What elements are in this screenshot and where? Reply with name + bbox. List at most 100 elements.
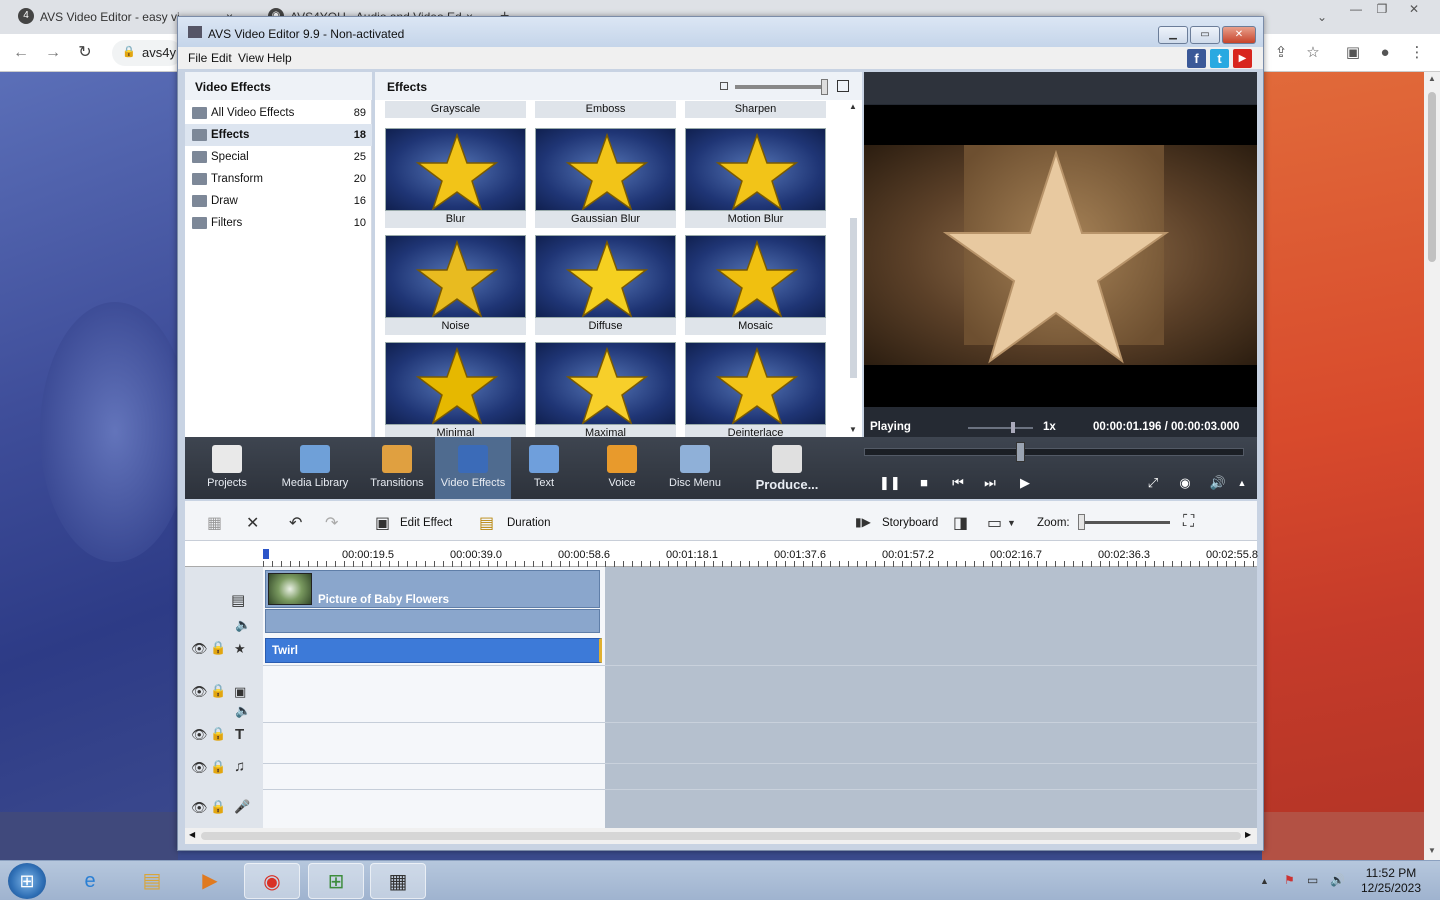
zoom-slider-handle[interactable] xyxy=(1078,514,1085,530)
effects-scrollbar[interactable]: ▲ ▼ xyxy=(845,100,862,437)
text-track-eye-icon[interactable]: 👁 xyxy=(191,727,208,743)
windows-flag-icon[interactable]: ⊞ xyxy=(308,863,364,899)
forward-button[interactable]: → xyxy=(42,42,64,64)
profile-avatar-icon[interactable]: ● xyxy=(1374,42,1396,64)
toolbar-voice-button[interactable]: Voice xyxy=(585,437,659,499)
duration-button[interactable]: Duration xyxy=(507,517,550,529)
back-button[interactable]: ← xyxy=(10,42,32,64)
effect-thumbnail-diffuse[interactable] xyxy=(535,235,676,318)
overlay-track-lock-icon[interactable]: 🔒 xyxy=(210,683,226,699)
avs-editor-taskbar-icon[interactable]: ▦ xyxy=(370,863,426,899)
playhead-marker[interactable] xyxy=(263,549,269,559)
start-button[interactable]: ⊞ xyxy=(8,863,46,899)
twitter-icon[interactable]: t xyxy=(1210,49,1229,68)
timeline-view-icon[interactable]: ▭ xyxy=(987,513,1002,533)
toolbar-disc-menu-button[interactable]: Disc Menu xyxy=(653,437,737,499)
timeline-scroll-thumb[interactable] xyxy=(201,832,1241,840)
toolbar-video-effects-button[interactable]: Video Effects xyxy=(435,437,511,499)
audio-mixer-icon[interactable]: ◨ xyxy=(953,513,968,533)
preview-video[interactable] xyxy=(864,105,1257,407)
reload-button[interactable]: ↻ xyxy=(74,42,96,64)
overlay-track-mute-icon[interactable]: 🔈 xyxy=(235,703,251,719)
toolbar-media-library-button[interactable]: Media Library xyxy=(271,437,359,499)
address-bar[interactable]: 🔒 avs4y xyxy=(112,40,182,66)
snapshot-icon[interactable]: ◉ xyxy=(1176,475,1194,491)
volume-icon[interactable]: 🔊 xyxy=(1209,475,1227,491)
video-track-mute-icon[interactable]: 🔈 xyxy=(235,617,251,633)
thumbnail-size-handle[interactable] xyxy=(821,79,828,95)
show-hidden-icons[interactable]: ▲ xyxy=(1260,876,1269,886)
undo-icon[interactable]: ↶ xyxy=(289,513,302,533)
more-options-icon[interactable]: ▲ xyxy=(1233,478,1251,488)
file-explorer-icon[interactable]: ▤ xyxy=(124,863,180,899)
edit-effect-icon[interactable]: ▣ xyxy=(375,513,390,533)
effect-thumbnail-maximal[interactable] xyxy=(535,342,676,425)
redo-icon[interactable]: ↷ xyxy=(325,513,338,533)
speed-slider[interactable] xyxy=(968,427,1033,429)
music-track-lock-icon[interactable]: 🔒 xyxy=(210,759,226,775)
effects-scroll-thumb[interactable] xyxy=(850,218,857,378)
browser-restore-button[interactable]: ❐ xyxy=(1368,0,1396,20)
menu-help[interactable]: Help xyxy=(267,51,292,65)
small-thumbnails-icon[interactable] xyxy=(720,82,728,90)
category-filters[interactable]: Filters 10 xyxy=(185,212,372,234)
category-effects[interactable]: Effects 18 xyxy=(185,124,372,146)
media-player-icon[interactable]: ▶ xyxy=(182,863,238,899)
large-thumbnails-icon[interactable] xyxy=(837,80,849,92)
effect-thumbnail-blur[interactable] xyxy=(385,128,526,211)
chevron-down-icon[interactable]: ▼ xyxy=(1007,518,1016,528)
timeline-horizontal-scrollbar[interactable]: ◀ ▶ xyxy=(185,828,1257,844)
effect-track-lock-icon[interactable]: 🔒 xyxy=(210,640,226,656)
toolbar-text-button[interactable]: Text xyxy=(511,437,577,499)
share-icon[interactable]: ⇪ xyxy=(1270,42,1292,64)
fullscreen-icon[interactable]: ⤢ xyxy=(1144,475,1162,491)
duration-icon[interactable]: ▤ xyxy=(479,513,494,533)
storyboard-button[interactable]: Storyboard xyxy=(882,517,938,529)
text-track-lock-icon[interactable]: 🔒 xyxy=(210,726,226,742)
video-clip-audio[interactable] xyxy=(265,609,600,633)
stop-button[interactable]: ■ xyxy=(915,475,933,490)
category-all-video-effects[interactable]: All Video Effects 89 xyxy=(185,102,372,124)
browser-close-button[interactable]: ✕ xyxy=(1400,0,1428,20)
internet-explorer-icon[interactable]: e xyxy=(62,863,118,899)
menu-edit[interactable]: Edit xyxy=(211,51,232,65)
pause-button[interactable]: ❚❚ xyxy=(879,475,901,491)
zoom-slider[interactable] xyxy=(1080,521,1170,524)
play-to-position-button[interactable]: ▶ xyxy=(1016,475,1034,491)
effect-thumbnail-gaussian-blur[interactable] xyxy=(535,128,676,211)
thumbnail-size-slider[interactable] xyxy=(735,85,827,89)
effect-sharpen-label[interactable]: Sharpen xyxy=(685,101,826,118)
effect-thumbnail-motion-blur[interactable] xyxy=(685,128,826,211)
youtube-icon[interactable]: ▶ xyxy=(1233,49,1252,68)
tab-search-icon[interactable]: ⌄ xyxy=(1308,8,1336,28)
page-scrollbar[interactable]: ▲ ▼ xyxy=(1424,72,1440,860)
toolbar-projects-button[interactable]: Projects xyxy=(185,437,269,499)
toolbar-produce-button[interactable]: Produce... xyxy=(737,437,837,499)
overlay-track-eye-icon[interactable]: 👁 xyxy=(191,684,208,700)
menu-file[interactable]: File xyxy=(188,51,207,65)
minimize-button[interactable]: ▁ xyxy=(1158,26,1188,44)
facebook-icon[interactable]: f xyxy=(1187,49,1206,68)
edit-effect-button[interactable]: Edit Effect xyxy=(400,517,452,529)
timeline-empty-area[interactable] xyxy=(605,567,1257,828)
category-special[interactable]: Special 25 xyxy=(185,146,372,168)
storyboard-icon[interactable]: ▮▶ xyxy=(855,515,871,529)
maximize-button[interactable]: ▭ xyxy=(1190,26,1220,44)
effect-grayscale-label[interactable]: Grayscale xyxy=(385,101,526,118)
effect-clip[interactable]: Twirl xyxy=(265,638,602,663)
effect-thumbnail-deinterlace[interactable] xyxy=(685,342,826,425)
browser-menu-icon[interactable]: ⋮ xyxy=(1406,42,1428,64)
category-draw[interactable]: Draw 16 xyxy=(185,190,372,212)
grid-icon[interactable]: ▦ xyxy=(207,513,222,533)
playback-seek-handle[interactable] xyxy=(1016,442,1025,462)
volume-tray-icon[interactable]: 🔊 xyxy=(1330,873,1345,887)
category-transform[interactable]: Transform 20 xyxy=(185,168,372,190)
effect-emboss-label[interactable]: Emboss xyxy=(535,101,676,118)
zoom-fit-icon[interactable]: ⛶ xyxy=(1183,513,1194,531)
chrome-icon[interactable]: ◉ xyxy=(244,863,300,899)
side-panel-icon[interactable]: ▣ xyxy=(1342,42,1364,64)
delete-icon[interactable]: ✕ xyxy=(246,513,259,533)
voice-track-eye-icon[interactable]: 👁 xyxy=(191,800,208,816)
bookmark-star-icon[interactable]: ☆ xyxy=(1302,42,1324,64)
playback-seek-bar[interactable] xyxy=(864,448,1244,456)
